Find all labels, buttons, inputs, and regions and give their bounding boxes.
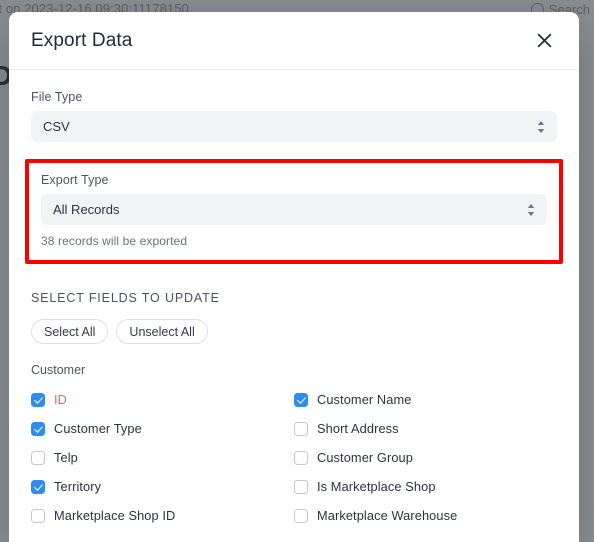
dialog-title: Export Data (31, 29, 133, 51)
checkbox-unchecked-icon[interactable] (294, 421, 308, 436)
field-checkbox-label: Telp (54, 450, 78, 465)
dialog-header: Export Data (9, 12, 579, 70)
export-record-count-text: 38 records will be exported (41, 234, 188, 248)
checkbox-unchecked-icon[interactable] (31, 508, 45, 523)
field-checkbox-row[interactable]: Customer Group (294, 443, 557, 472)
file-type-label: File Type (31, 90, 83, 104)
field-checkbox-label: Customer Name (317, 392, 412, 407)
field-checkbox-label: Customer Group (317, 450, 413, 465)
checkbox-checked-icon[interactable] (31, 392, 45, 407)
field-checkbox-label: Short Address (317, 421, 399, 436)
field-checkbox-row[interactable]: Marketplace Warehouse (294, 501, 557, 530)
export-type-label: Export Type (41, 173, 109, 187)
file-type-select-wrap: CSV (31, 111, 557, 142)
field-checkbox-row[interactable]: Short Address (294, 414, 557, 443)
field-checkbox-row[interactable]: Customer Name (294, 385, 557, 414)
field-checkbox-label: Marketplace Warehouse (317, 508, 458, 523)
field-checkbox-row[interactable]: Customer Type (31, 414, 294, 443)
checkbox-checked-icon[interactable] (31, 479, 45, 494)
field-checkbox-row[interactable]: Marketplace Shop ID (31, 501, 294, 530)
field-checkbox-row[interactable]: Telp (31, 443, 294, 472)
checkbox-unchecked-icon[interactable] (294, 450, 308, 465)
dialog-body: File Type CSV Export Type All Records 38… (9, 70, 579, 530)
field-checkbox-row[interactable]: Is Marketplace Shop (294, 472, 557, 501)
field-checkbox-label: Is Marketplace Shop (317, 479, 436, 494)
checkbox-unchecked-icon[interactable] (294, 479, 308, 494)
select-buttons-row: Select All Unselect All (31, 319, 557, 344)
export-data-dialog: Export Data File Type CSV Export Type Al… (9, 12, 579, 542)
field-checkbox-label: ID (54, 392, 67, 407)
file-type-select[interactable]: CSV (31, 111, 557, 142)
checkbox-unchecked-icon[interactable] (294, 508, 308, 523)
field-checkbox-row[interactable]: Territory (31, 472, 294, 501)
export-type-highlight-region: Export Type All Records 38 records will … (25, 159, 563, 264)
export-type-select-wrap: All Records (41, 194, 547, 225)
select-fields-section-title: SELECT FIELDS TO UPDATE (31, 291, 220, 305)
field-group-label: Customer (31, 363, 86, 377)
select-all-button[interactable]: Select All (31, 319, 109, 344)
checkbox-checked-icon[interactable] (294, 392, 308, 407)
field-checkbox-label: Marketplace Shop ID (54, 508, 176, 523)
unselect-all-button[interactable]: Unselect All (116, 319, 208, 344)
fields-checkbox-grid: ID Customer Name Customer Type Short Addres… (31, 385, 557, 530)
field-checkbox-label: Territory (54, 479, 102, 494)
checkbox-checked-icon[interactable] (31, 421, 45, 436)
export-type-select[interactable]: All Records (41, 194, 547, 225)
field-checkbox-row[interactable]: ID (31, 385, 294, 414)
file-type-field: File Type CSV (31, 90, 557, 142)
checkbox-unchecked-icon[interactable] (31, 450, 45, 465)
field-checkbox-label: Customer Type (54, 421, 142, 436)
close-icon[interactable] (531, 28, 557, 54)
